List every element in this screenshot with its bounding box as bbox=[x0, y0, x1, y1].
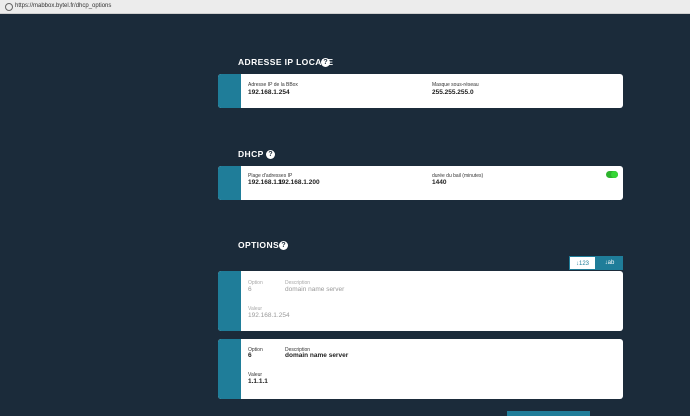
option-value: 1.1.1.1 bbox=[248, 378, 268, 385]
options-title: OPTIONS bbox=[238, 240, 280, 250]
option-number: 6 bbox=[248, 286, 252, 293]
ip-range-end[interactable]: 192.168.1.200 bbox=[278, 179, 320, 186]
local-ip-title: ADRESSE IP LOCALE bbox=[238, 57, 334, 67]
card-accent-bar bbox=[218, 74, 241, 108]
browser-address-bar[interactable]: https://mabbox.bytel.fr/dhcp_options bbox=[0, 0, 690, 14]
option-card-2[interactable]: Option 6 Description domain name server … bbox=[218, 339, 623, 399]
dhcp-help-icon[interactable]: ? bbox=[266, 150, 275, 159]
url-text[interactable]: https://mabbox.bytel.fr/dhcp_options bbox=[15, 1, 111, 12]
option-description: domain name server bbox=[285, 286, 345, 293]
option-value: 192.168.1.254 bbox=[248, 312, 290, 319]
option-card-1[interactable]: Option 6 Description domain name server … bbox=[218, 271, 623, 331]
card-accent-bar bbox=[218, 339, 241, 399]
option-description: domain name server bbox=[285, 352, 349, 359]
lease-duration-value[interactable]: 1440 bbox=[432, 179, 446, 186]
local-ip-help-icon[interactable]: ? bbox=[321, 58, 330, 67]
options-help-icon[interactable]: ? bbox=[279, 241, 288, 250]
local-ip-card: Adresse IP de la BBox 192.168.1.254 Masq… bbox=[218, 74, 623, 108]
option-number: 6 bbox=[248, 352, 252, 359]
dhcp-title: DHCP bbox=[238, 149, 264, 159]
subnet-mask-label: Masque sous-réseau bbox=[432, 82, 479, 88]
bbox-ip-value[interactable]: 192.168.1.254 bbox=[248, 89, 290, 96]
site-info-icon[interactable] bbox=[5, 3, 13, 11]
card-accent-bar bbox=[218, 271, 241, 331]
sort-numeric-button[interactable]: ↓123 bbox=[569, 256, 596, 270]
dhcp-card: Plage d'adresses IP 192.168.1.1 192.168.… bbox=[218, 166, 623, 200]
sort-alpha-button[interactable]: ↓ab bbox=[596, 256, 623, 270]
bbox-ip-label: Adresse IP de la BBox bbox=[248, 82, 298, 88]
card-accent-bar bbox=[218, 166, 241, 200]
subnet-mask-value[interactable]: 255.255.255.0 bbox=[432, 89, 474, 96]
dhcp-toggle[interactable] bbox=[606, 171, 618, 178]
toggle-knob bbox=[611, 171, 618, 178]
